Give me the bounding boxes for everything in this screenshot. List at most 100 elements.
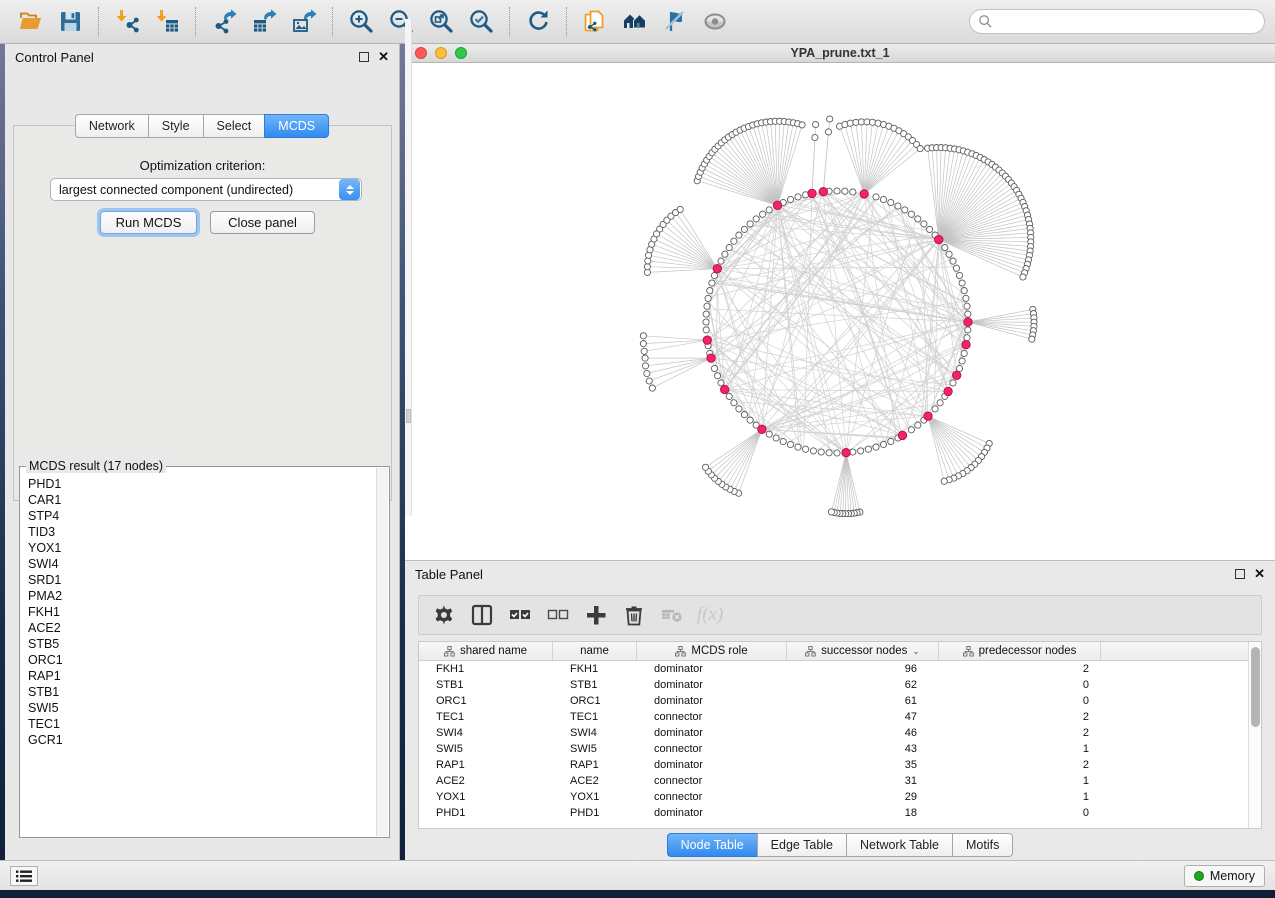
mcds-result-item[interactable]: RAP1 bbox=[28, 668, 376, 684]
splitter-handle[interactable] bbox=[406, 409, 411, 423]
table-cell: connector bbox=[637, 791, 787, 803]
flag-icon[interactable] bbox=[655, 5, 695, 39]
delete-table-icon bbox=[655, 599, 689, 631]
table-scrollbar[interactable] bbox=[1248, 642, 1261, 828]
tab-motifs[interactable]: Motifs bbox=[952, 833, 1013, 857]
mcds-result-item[interactable]: TEC1 bbox=[28, 716, 376, 732]
table-row[interactable]: RAP1RAP1dominator352 bbox=[419, 757, 1261, 773]
export-network-icon[interactable] bbox=[204, 5, 244, 39]
add-column-icon[interactable] bbox=[579, 599, 613, 631]
zoom-selected-icon[interactable] bbox=[461, 5, 501, 39]
table-cell: 2 bbox=[939, 727, 1101, 739]
table-cell: dominator bbox=[637, 759, 787, 771]
mcds-result-item[interactable]: SRD1 bbox=[28, 572, 376, 588]
tab-network[interactable]: Network bbox=[75, 114, 148, 138]
table-row[interactable]: PHD1PHD1dominator180 bbox=[419, 805, 1261, 821]
toolbar-separator bbox=[509, 7, 510, 37]
mcds-result-item[interactable]: STP4 bbox=[28, 508, 376, 524]
criterion-dropdown[interactable]: largest connected component (undirected) bbox=[50, 178, 362, 201]
tab-select[interactable]: Select bbox=[203, 114, 265, 138]
table-toolbar: f(x) bbox=[418, 595, 1262, 635]
mcds-result-item[interactable]: FKH1 bbox=[28, 604, 376, 620]
table-cell: ORC1 bbox=[553, 695, 637, 707]
network-canvas[interactable] bbox=[405, 63, 1273, 559]
mcds-result-item[interactable]: SWI4 bbox=[28, 556, 376, 572]
mcds-result-item[interactable]: STB5 bbox=[28, 636, 376, 652]
save-icon[interactable] bbox=[50, 5, 90, 39]
table-cell: ORC1 bbox=[419, 695, 553, 707]
mcds-result-item[interactable]: TID3 bbox=[28, 524, 376, 540]
table-cell: 0 bbox=[939, 679, 1101, 691]
table-row[interactable]: TEC1TEC1connector472 bbox=[419, 709, 1261, 725]
memory-button[interactable]: Memory bbox=[1184, 865, 1265, 887]
table-cell: STB1 bbox=[553, 679, 637, 691]
float-panel-icon[interactable] bbox=[359, 52, 369, 62]
column-header-shared-name[interactable]: shared name bbox=[419, 642, 553, 660]
optimization-criterion-label: Optimization criterion: bbox=[14, 158, 391, 173]
table-cell: 1 bbox=[939, 775, 1101, 787]
network-window-titlebar[interactable]: YPA_prune.txt_1 bbox=[405, 44, 1275, 63]
table-scrollbar-thumb[interactable] bbox=[1251, 647, 1260, 727]
close-panel-icon[interactable]: ✕ bbox=[1254, 569, 1265, 579]
mcds-result-item[interactable]: CAR1 bbox=[28, 492, 376, 508]
mcds-list-scrollbar[interactable] bbox=[376, 468, 388, 836]
zoom-out-icon[interactable] bbox=[381, 5, 421, 39]
status-bar: Memory bbox=[0, 860, 1275, 890]
network-satellite-nodes[interactable] bbox=[640, 116, 1037, 517]
tab-edge-table[interactable]: Edge Table bbox=[757, 833, 846, 857]
settings-gear-icon[interactable] bbox=[427, 599, 461, 631]
mcds-result-item[interactable]: GCR1 bbox=[28, 732, 376, 748]
column-header-predecessor-nodes[interactable]: predecessor nodes bbox=[939, 642, 1101, 660]
export-table-icon[interactable] bbox=[244, 5, 284, 39]
select-all-checkboxes-icon[interactable] bbox=[503, 599, 537, 631]
table-row[interactable]: STB1STB1dominator620 bbox=[419, 677, 1261, 693]
table-row[interactable]: SWI4SWI4dominator462 bbox=[419, 725, 1261, 741]
mcds-result-item[interactable]: PMA2 bbox=[28, 588, 376, 604]
refresh-icon[interactable] bbox=[518, 5, 558, 39]
zoom-in-icon[interactable] bbox=[341, 5, 381, 39]
mcds-result-item[interactable]: STB1 bbox=[28, 684, 376, 700]
panel-splitter[interactable] bbox=[405, 19, 412, 516]
import-network-icon[interactable] bbox=[107, 5, 147, 39]
mcds-result-item[interactable]: PHD1 bbox=[28, 476, 376, 492]
float-panel-icon[interactable] bbox=[1235, 569, 1245, 579]
tab-network-table[interactable]: Network Table bbox=[846, 833, 952, 857]
mcds-result-item[interactable]: YOX1 bbox=[28, 540, 376, 556]
delete-column-icon[interactable] bbox=[617, 599, 651, 631]
close-panel-icon[interactable]: ✕ bbox=[378, 52, 389, 62]
duplicate-documents-icon[interactable] bbox=[575, 5, 615, 39]
table-cell: 31 bbox=[787, 775, 939, 787]
column-header-successor-nodes[interactable]: successor nodes⌄ bbox=[787, 642, 939, 660]
mcds-result-item[interactable]: ORC1 bbox=[28, 652, 376, 668]
mcds-result-item[interactable]: SWI5 bbox=[28, 700, 376, 716]
network-window: YPA_prune.txt_1 bbox=[405, 44, 1275, 560]
mcds-result-item[interactable]: ACE2 bbox=[28, 620, 376, 636]
open-folder-icon[interactable] bbox=[10, 5, 50, 39]
zoom-fit-icon[interactable] bbox=[421, 5, 461, 39]
network-window-title: YPA_prune.txt_1 bbox=[405, 46, 1275, 60]
tab-node-table[interactable]: Node Table bbox=[667, 833, 757, 857]
table-cell: 1 bbox=[939, 743, 1101, 755]
table-row[interactable]: ACE2ACE2connector311 bbox=[419, 773, 1261, 789]
control-panel-tabs: NetworkStyleSelectMCDS bbox=[5, 114, 399, 138]
split-panel-icon[interactable] bbox=[465, 599, 499, 631]
table-row[interactable]: FKH1FKH1dominator962 bbox=[419, 661, 1261, 677]
eye-icon[interactable] bbox=[695, 5, 735, 39]
table-row[interactable]: SWI5SWI5connector431 bbox=[419, 741, 1261, 757]
table-cell: YOX1 bbox=[419, 791, 553, 803]
houses-icon[interactable] bbox=[615, 5, 655, 39]
mcds-panel-content: Optimization criterion: largest connecte… bbox=[13, 125, 392, 501]
import-table-icon[interactable] bbox=[147, 5, 187, 39]
column-header-name[interactable]: name bbox=[553, 642, 637, 660]
run-mcds-button[interactable]: Run MCDS bbox=[100, 211, 197, 234]
close-panel-button[interactable]: Close panel bbox=[210, 211, 315, 234]
column-header-MCDS-role[interactable]: MCDS role bbox=[637, 642, 787, 660]
tab-style[interactable]: Style bbox=[148, 114, 203, 138]
deselect-all-checkboxes-icon[interactable] bbox=[541, 599, 575, 631]
task-history-button[interactable] bbox=[10, 866, 38, 886]
table-row[interactable]: YOX1YOX1connector291 bbox=[419, 789, 1261, 805]
tab-mcds[interactable]: MCDS bbox=[264, 114, 329, 138]
search-input[interactable] bbox=[969, 9, 1265, 34]
table-row[interactable]: ORC1ORC1dominator610 bbox=[419, 693, 1261, 709]
export-image-icon[interactable] bbox=[284, 5, 324, 39]
